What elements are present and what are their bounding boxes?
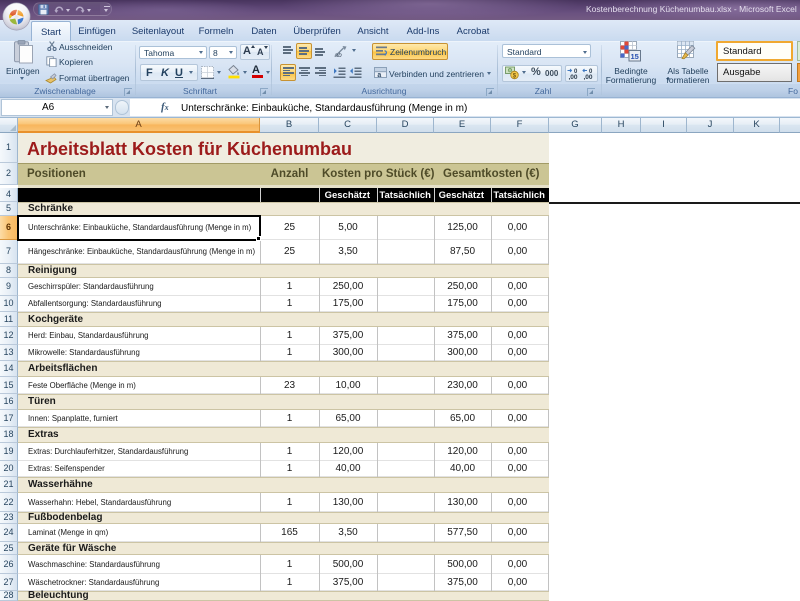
- svg-text:15: 15: [631, 52, 639, 61]
- svg-text:a: a: [377, 72, 381, 78]
- svg-text:ab: ab: [335, 52, 343, 58]
